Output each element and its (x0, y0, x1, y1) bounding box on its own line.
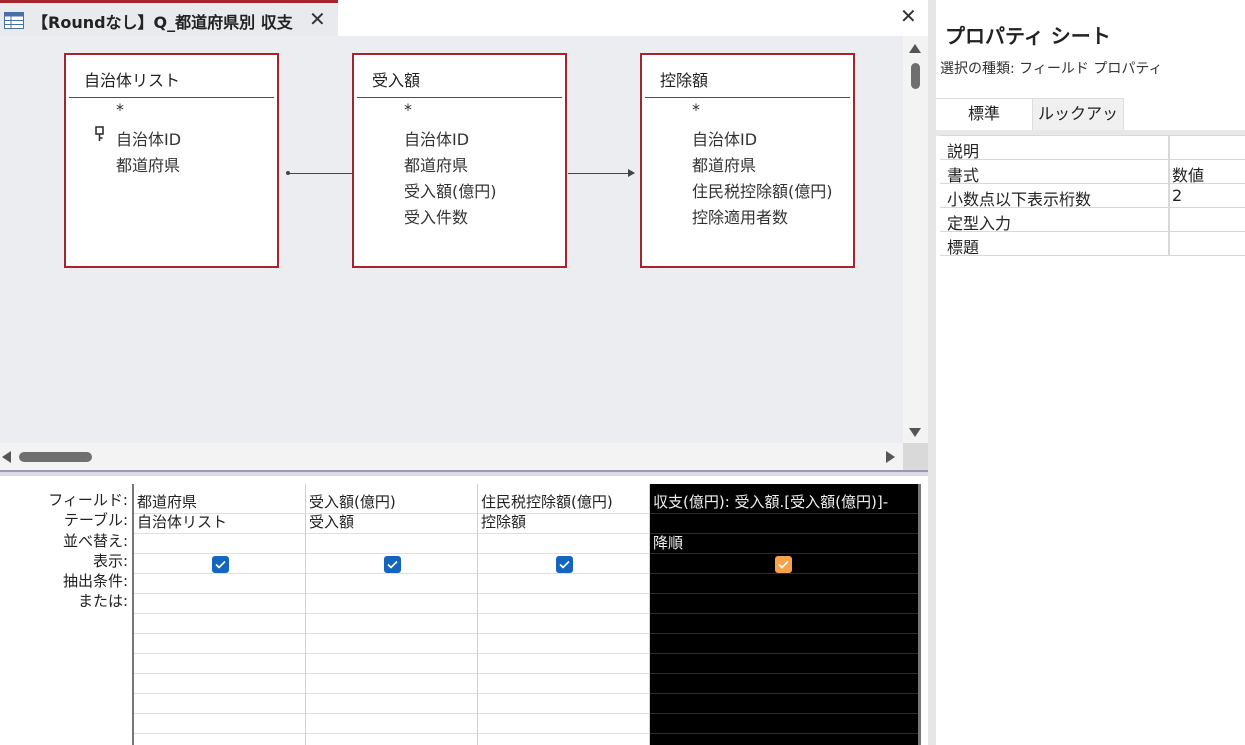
property-row[interactable]: 説明 (940, 135, 1245, 161)
table-field[interactable]: * (404, 100, 412, 119)
join-line[interactable] (287, 173, 353, 174)
scroll-left-icon[interactable] (2, 451, 11, 463)
property-row[interactable]: 標題 (940, 231, 1245, 257)
grid-cell-table[interactable]: 受入額 (309, 512, 475, 532)
grid-right-border (918, 484, 921, 745)
property-row[interactable]: 小数点以下表示桁数 2 (940, 183, 1245, 209)
query-icon (4, 12, 24, 29)
grid-cell-table[interactable]: 控除額 (481, 512, 647, 532)
key-icon (95, 126, 104, 141)
table-field[interactable]: 自治体ID (404, 126, 469, 150)
property-sheet-title: プロパティ シート (945, 24, 1111, 48)
grid-cell-sort[interactable]: 降順 (653, 533, 917, 553)
close-icon[interactable]: ✕ (309, 7, 326, 31)
table-field[interactable]: 住民税控除額(億円) (692, 178, 833, 202)
join-arrow-icon (628, 169, 635, 177)
grid-cell-table[interactable]: 自治体リスト (137, 512, 303, 532)
document-tab[interactable]: 【Roundなし】Q_都道府県別 収支 ✕ (0, 0, 338, 36)
table-field[interactable]: 控除適用者数 (692, 204, 788, 228)
table-field[interactable]: 受入額(億円) (404, 178, 497, 202)
design-grid-area: フィールド: テーブル: 並べ替え: 表示: 抽出条件: または: 都道府県 自… (0, 476, 928, 745)
tab-standard[interactable]: 標準 (936, 98, 1032, 130)
property-row[interactable]: 書式 数値 (940, 159, 1245, 185)
table-field[interactable]: 自治体ID (692, 126, 757, 150)
property-name: 標題 (947, 238, 980, 257)
table-title: 控除額 (660, 71, 709, 90)
table-field[interactable]: 自治体ID (116, 126, 181, 150)
close-document-icon[interactable]: ✕ (900, 4, 917, 28)
table-field[interactable]: 都道府県 (692, 152, 756, 176)
property-value[interactable]: 2 (1172, 186, 1182, 205)
table-title-divider (69, 97, 274, 98)
table-box-ukeire[interactable]: 受入額 * 自治体ID 都道府県 受入額(億円) 受入件数 (352, 53, 567, 268)
vertical-scrollbar[interactable] (903, 36, 928, 443)
property-table: 説明 書式 数値 小数点以下表示桁数 2 定型入力 標題 (940, 135, 1245, 257)
table-title-divider (645, 97, 850, 98)
grid-cell-field[interactable]: 住民税控除額(億円) (481, 492, 647, 512)
grid-column-selected[interactable]: 収支(億円): 受入額.[受入額(億円)]- 降順 (650, 484, 920, 745)
document-tab-title: 【Roundなし】Q_都道府県別 収支 (32, 13, 293, 32)
horizontal-scroll-thumb[interactable] (19, 452, 92, 462)
table-title-divider (357, 97, 562, 98)
design-grid: 都道府県 自治体リスト 受入額(億円) 受入額 住民税控除額(億円) 控除額 収… (132, 484, 920, 745)
table-field[interactable]: 受入件数 (404, 204, 468, 228)
query-designer: 【Roundなし】Q_都道府県別 収支 ✕ ✕ 自治体リスト * 自治体ID 都… (0, 0, 928, 745)
property-sheet: プロパティ シート 選択の種類: フィールド プロパティ 標準 ルックアップ 説… (928, 0, 1245, 745)
table-title: 自治体リスト (84, 71, 181, 90)
table-field[interactable]: * (116, 100, 124, 119)
scroll-right-icon[interactable] (886, 451, 895, 463)
table-box-jichitai[interactable]: 自治体リスト * 自治体ID 都道府県 (64, 53, 279, 268)
table-title: 受入額 (372, 71, 421, 90)
show-checkbox[interactable] (556, 556, 573, 573)
row-label-table: テーブル: (63, 511, 128, 529)
horizontal-scrollbar[interactable] (0, 443, 903, 470)
grid-cell-field[interactable]: 受入額(億円) (309, 492, 475, 512)
join-endpoint (286, 171, 290, 175)
show-checkbox[interactable] (775, 556, 792, 573)
grid-cell-field[interactable]: 都道府県 (137, 492, 303, 512)
join-line[interactable] (568, 173, 634, 174)
row-label-show: 表示: (92, 552, 128, 570)
property-tabs: 標準 ルックアップ (936, 98, 1245, 153)
row-label-criteria: 抽出条件: (62, 572, 128, 590)
table-field[interactable]: * (692, 100, 700, 119)
selection-type-label: 選択の種類: フィールド プロパティ (940, 61, 1163, 77)
grid-column[interactable]: 受入額(億円) 受入額 (306, 484, 478, 745)
row-label-sort: 並べ替え: (62, 532, 128, 550)
table-field[interactable]: 都道府県 (116, 152, 180, 176)
grid-cell-field[interactable]: 収支(億円): 受入額.[受入額(億円)]- (653, 492, 917, 512)
grid-column[interactable]: 都道府県 自治体リスト (134, 484, 306, 745)
table-canvas: 自治体リスト * 自治体ID 都道府県 受入額 * 自治体ID 都道府県 受入額… (0, 36, 903, 443)
property-row[interactable]: 定型入力 (940, 207, 1245, 233)
row-label-or: または: (77, 592, 128, 610)
show-checkbox[interactable] (212, 556, 229, 573)
row-label-field: フィールド: (48, 491, 128, 509)
table-field[interactable]: 都道府県 (404, 152, 468, 176)
tab-lookup[interactable]: ルックアップ (1032, 98, 1124, 153)
scrollbar-corner (903, 443, 928, 470)
grid-column[interactable]: 住民税控除額(億円) 控除額 (478, 484, 650, 745)
scroll-up-icon[interactable] (909, 44, 921, 53)
vertical-scroll-thumb[interactable] (911, 63, 920, 89)
show-checkbox[interactable] (384, 556, 401, 573)
table-box-koujo[interactable]: 控除額 * 自治体ID 都道府県 住民税控除額(億円) 控除適用者数 (640, 53, 855, 268)
grid-row-labels: フィールド: テーブル: 並べ替え: 表示: 抽出条件: または: (0, 490, 128, 630)
document-tab-bar: 【Roundなし】Q_都道府県別 収支 ✕ ✕ (0, 0, 928, 36)
scroll-down-icon[interactable] (909, 428, 921, 437)
